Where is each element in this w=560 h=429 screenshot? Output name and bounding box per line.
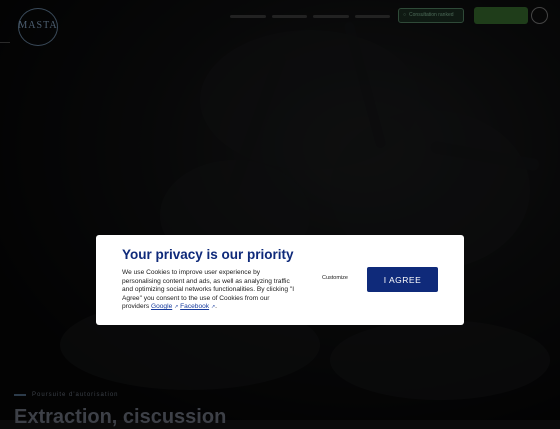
modal-body: We use Cookies to improve user experienc…: [122, 269, 295, 310]
modal-title: Your privacy is our priority: [122, 247, 294, 262]
agree-button[interactable]: I AGREE: [367, 267, 438, 292]
hero-eyebrow: Poursuite d'autorisation: [14, 392, 119, 398]
online-consultation-label: Consultation ranked: [409, 12, 454, 18]
eyebrow-bar: [14, 394, 26, 396]
external-link-icon: ↗: [174, 304, 179, 310]
nav-item-4[interactable]: [354, 15, 390, 18]
nav-item-1[interactable]: [230, 15, 266, 18]
google-provider-link[interactable]: Google: [151, 303, 172, 310]
brand-logo[interactable]: MASTA: [12, 6, 64, 46]
online-consultation-button[interactable]: ○ Consultation ranked: [398, 8, 464, 23]
nav-item-3[interactable]: [313, 15, 349, 18]
primary-header-button[interactable]: [474, 7, 528, 24]
eyebrow-text: Poursuite d'autorisation: [32, 392, 119, 398]
customize-button[interactable]: Customize: [322, 275, 348, 281]
divider: [0, 42, 10, 43]
external-link-icon: ↗: [210, 304, 216, 310]
account-circle-icon[interactable]: [531, 7, 548, 24]
dark-overlay: [0, 0, 560, 420]
hero-headline: Extraction, ciscussion: [14, 406, 227, 428]
nav-item-2[interactable]: [271, 15, 307, 18]
modal-body-text: We use Cookies to improve user experienc…: [122, 269, 295, 310]
logo-text: MASTA: [18, 20, 58, 31]
main-navigation: [230, 13, 390, 19]
chat-icon: ○: [403, 12, 407, 18]
facebook-provider-link[interactable]: Facebook: [180, 303, 209, 310]
privacy-consent-modal: Your privacy is our priority We use Cook…: [96, 235, 464, 325]
